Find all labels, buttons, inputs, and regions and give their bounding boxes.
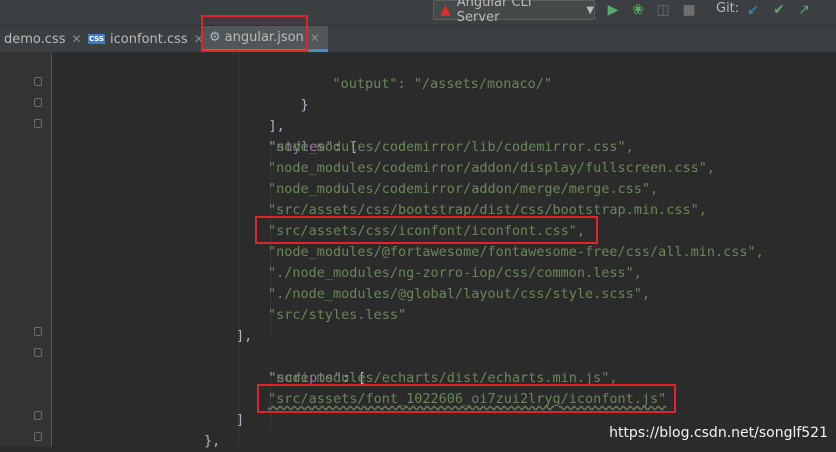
- editor-gutter: [0, 53, 52, 447]
- toolbar: ▲ Angular CLI Server ▼ ▶ ❀ ◫ ■ Git: ↙ ✔ …: [0, 0, 836, 26]
- code-text: ]: [236, 412, 245, 428]
- code-line: "node_modules/codemirror/addon/merge/mer…: [268, 179, 658, 200]
- run-configuration-dropdown[interactable]: ▲ Angular CLI Server ▼: [433, 0, 595, 25]
- code-line: "./node_modules/ng-zorro-iop/css/common.…: [268, 263, 642, 284]
- git-push-icon[interactable]: ↗: [795, 0, 813, 20]
- json-string: "src/styles.less": [268, 307, 407, 323]
- json-string: "node_modules/codemirror/lib/codemirror.…: [268, 139, 634, 155]
- code-line: ]: [236, 410, 244, 431]
- tab-label: iconfont.css: [110, 31, 188, 47]
- code-line: "src/styles.less": [268, 305, 406, 326]
- fold-marker-icon[interactable]: [34, 77, 42, 86]
- code-text: "output": "/assets/monaco/": [332, 76, 552, 92]
- code-editor[interactable]: "output": "/assets/monaco/" } ], "styles…: [52, 53, 836, 449]
- json-string: "./node_modules/ng-zorro-iop/css/common.…: [268, 265, 642, 281]
- json-string: "./node_modules/@global/layout/css/style…: [268, 286, 651, 302]
- tab-iconfont-css[interactable]: CSS iconfont.css ✕: [88, 26, 204, 52]
- json-string: "node_modules/@fortawesome/fontawesome-f…: [268, 244, 764, 260]
- code-line: ],: [236, 326, 252, 347]
- git-label: Git:: [716, 1, 740, 16]
- tab-label: demo.css: [4, 31, 66, 47]
- code-line: "scripts": [: [236, 347, 367, 386]
- code-line: },: [204, 431, 220, 452]
- code-line: ],: [236, 95, 285, 134]
- code-text: ],: [236, 328, 253, 344]
- highlight-box-iconfont-css: [255, 216, 598, 244]
- code-line: "./node_modules/@global/layout/css/style…: [268, 284, 650, 305]
- coverage-icon[interactable]: ◫: [655, 0, 671, 20]
- run-configuration-label: Angular CLI Server: [456, 0, 532, 25]
- code-text: }: [300, 97, 309, 113]
- chevron-down-icon: ▼: [586, 4, 595, 16]
- tab-highlight-box: [201, 15, 308, 52]
- fold-marker-icon[interactable]: [34, 348, 42, 357]
- css-file-icon: CSS: [88, 34, 106, 44]
- code-line: "styles": [: [236, 116, 358, 155]
- close-icon[interactable]: ✕: [71, 32, 81, 46]
- json-string: "node_modules/codemirror/addon/merge/mer…: [268, 181, 659, 197]
- close-icon[interactable]: ✕: [310, 31, 320, 45]
- debug-icon[interactable]: ❀: [629, 0, 647, 20]
- git-commit-icon[interactable]: ✔: [770, 0, 788, 20]
- watermark-url: https://blog.csdn.net/songlf521: [609, 425, 828, 441]
- code-line: "output": "/assets/monaco/": [300, 53, 552, 92]
- run-icon[interactable]: ▶: [605, 0, 621, 20]
- tab-demo-css[interactable]: demo.css ✕: [4, 26, 82, 52]
- fold-marker-icon[interactable]: [34, 432, 42, 441]
- fold-marker-icon[interactable]: [34, 98, 42, 107]
- highlight-box-iconfont-js: [257, 384, 676, 413]
- editor-tab-bar: demo.css ✕ CSS iconfont.css ✕ ⚙ angular.…: [0, 26, 836, 53]
- code-line: "node_modules/codemirror/addon/display/f…: [268, 158, 715, 179]
- fold-marker-icon[interactable]: [34, 119, 42, 128]
- stop-icon[interactable]: ■: [681, 0, 697, 20]
- code-line: "node_modules/codemirror/lib/codemirror.…: [268, 137, 634, 158]
- fold-marker-icon[interactable]: [34, 327, 42, 336]
- fold-marker-icon[interactable]: [34, 411, 42, 420]
- git-update-icon[interactable]: ↙: [744, 0, 762, 20]
- json-string: "node_modules/codemirror/addon/display/f…: [268, 160, 716, 176]
- code-line: }: [268, 74, 309, 113]
- angular-icon: ▲: [440, 2, 451, 18]
- code-line: "node_modules/@fortawesome/fontawesome-f…: [268, 242, 764, 263]
